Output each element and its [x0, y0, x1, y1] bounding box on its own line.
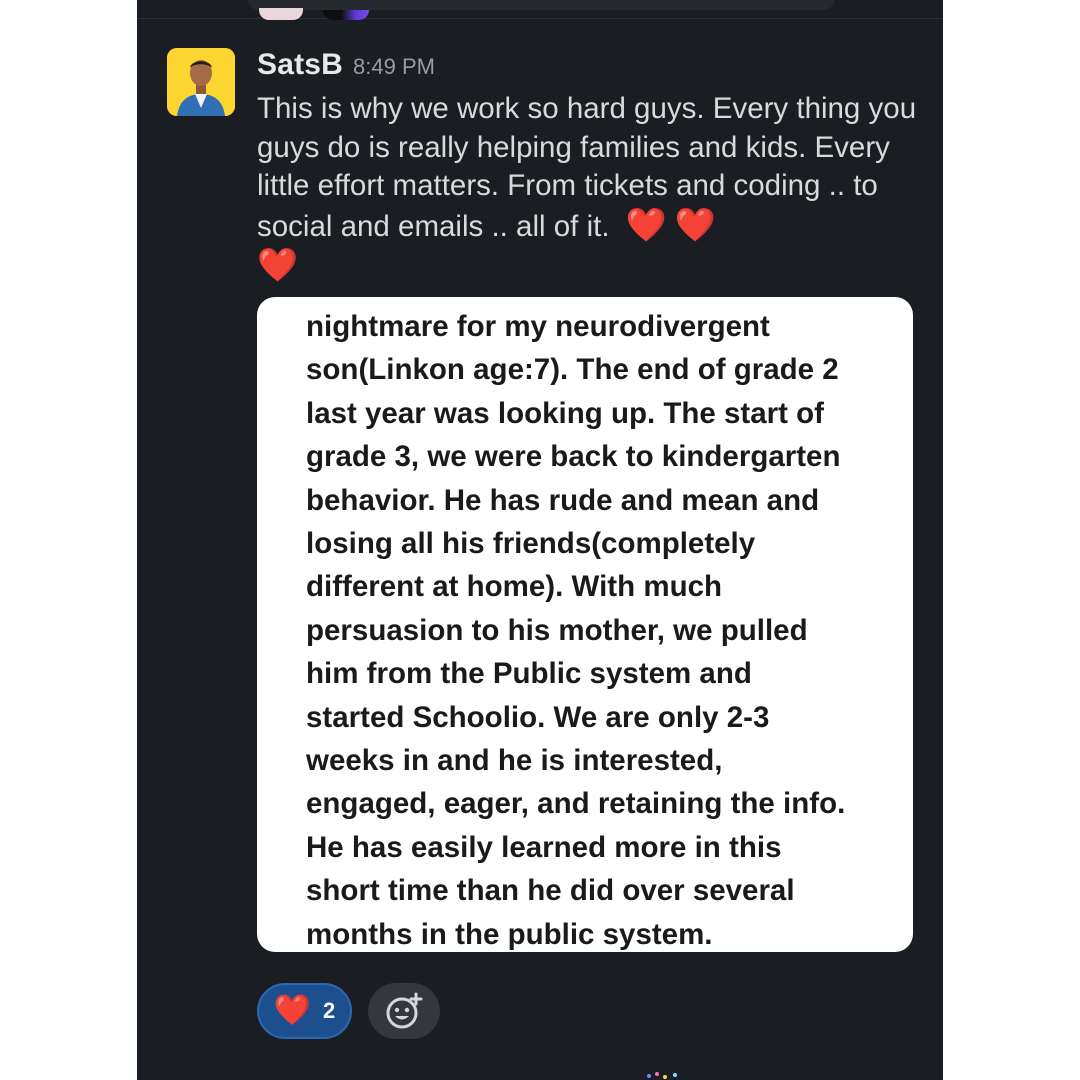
add-reaction-button[interactable] — [368, 983, 440, 1039]
heart-reaction-button[interactable]: ❤️ 2 — [257, 983, 352, 1039]
previous-message-edge — [137, 0, 943, 20]
heart-icon: ❤️ — [273, 994, 312, 1027]
attachment-line: last year was looking up. The start of — [306, 396, 825, 430]
avatar-photo — [167, 48, 235, 116]
heart-emoji-3: ❤️ — [257, 246, 299, 283]
next-message-edge — [647, 1072, 687, 1080]
attachment-line: persuasion to his mother, we pulled — [306, 613, 808, 647]
attachment-line: weeks in and he is interested, — [306, 744, 723, 778]
attachment-line: him from the Public system and — [306, 657, 752, 691]
reaction-count: 2 — [323, 998, 336, 1023]
heart-emoji-1: ❤️ — [625, 205, 667, 243]
attachment-line: short time than he did over several — [306, 874, 795, 908]
attachment-line: started Schoolio. We are only 2-3 — [306, 700, 770, 734]
attachment-line: He has easily learned more in this — [306, 830, 782, 864]
attachment-line: engaged, eager, and retaining the info. — [306, 787, 846, 821]
previous-attachment-edge — [323, 10, 369, 20]
reactions-bar: ❤️ 2 — [257, 983, 440, 1039]
author-name[interactable]: SatsB — [257, 48, 343, 82]
message-header: SatsB 8:49 PM — [257, 48, 435, 88]
attachment-line: different at home). With much — [306, 570, 723, 604]
slack-screen: SatsB 8:49 PM This is why we work so har… — [137, 0, 943, 1080]
previous-avatar-edge — [259, 8, 303, 20]
attachment-line: son(Linkon age:7). The end of grade 2 — [306, 353, 839, 387]
attachment-line: grade 3, we were back to kindergarten — [306, 440, 841, 474]
cropped-text-line — [305, 297, 865, 303]
heart-emoji-2: ❤️ — [674, 205, 716, 243]
message-text: This is why we work so hard guys. Every … — [257, 92, 917, 243]
avatar[interactable] — [167, 48, 235, 116]
attachment-line: months in the public system. — [306, 917, 713, 951]
attachment-line: losing all his friends(completely — [306, 527, 756, 561]
previous-message-bubble — [247, 0, 835, 10]
message-body: This is why we work so hard guys. Every … — [257, 90, 917, 285]
message-timestamp[interactable]: 8:49 PM — [353, 54, 435, 80]
image-attachment[interactable]: nightmare for my neurodivergent son(Link… — [257, 297, 913, 952]
attachment-line: behavior. He has rude and mean and — [306, 483, 820, 517]
attachment-text: nightmare for my neurodivergent son(Link… — [306, 305, 906, 952]
attachment-line: nightmare for my neurodivergent — [306, 310, 770, 343]
add-reaction-icon — [386, 992, 423, 1029]
